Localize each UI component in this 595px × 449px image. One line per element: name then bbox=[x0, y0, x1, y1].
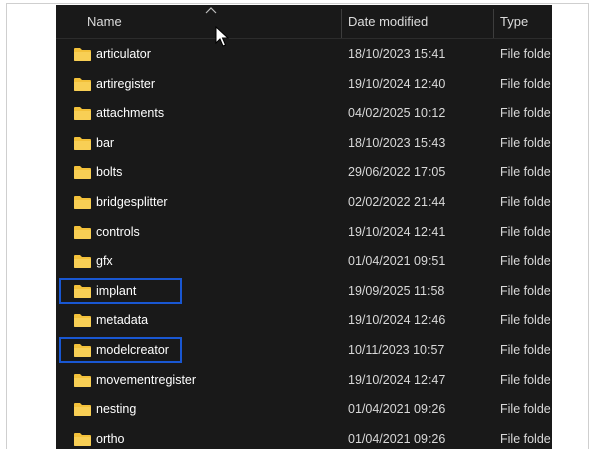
folder-icon bbox=[74, 432, 91, 446]
file-type: File folde bbox=[500, 254, 551, 269]
file-name: bridgesplitter bbox=[96, 194, 168, 209]
file-row[interactable]: controls 19/10/2024 12:41 File folde bbox=[56, 218, 552, 248]
column-separator[interactable] bbox=[341, 9, 342, 38]
folder-icon bbox=[74, 225, 91, 239]
file-row[interactable]: implant 19/09/2025 11:58 File folde bbox=[56, 277, 552, 307]
file-date-modified: 19/09/2025 11:58 bbox=[348, 283, 445, 298]
folder-icon bbox=[74, 136, 91, 150]
file-type: File folde bbox=[500, 165, 551, 180]
file-row[interactable]: bar 18/10/2023 15:43 File folde bbox=[56, 129, 552, 159]
file-type: File folde bbox=[500, 76, 551, 91]
file-row[interactable]: attachments 04/02/2025 10:12 File folde bbox=[56, 99, 552, 129]
file-row[interactable]: bolts 29/06/2022 17:05 File folde bbox=[56, 158, 552, 188]
file-type: File folde bbox=[500, 106, 551, 121]
file-row[interactable]: modelcreator 10/11/2023 10:57 File folde bbox=[56, 336, 552, 366]
file-date-modified: 19/10/2024 12:47 bbox=[348, 372, 446, 387]
file-date-modified: 04/02/2025 10:12 bbox=[348, 106, 446, 121]
file-type: File folde bbox=[500, 402, 551, 417]
file-name: movementregister bbox=[96, 372, 197, 387]
column-header-type[interactable]: Type bbox=[500, 5, 552, 38]
folder-icon bbox=[74, 373, 91, 387]
file-name: implant bbox=[96, 283, 137, 298]
file-date-modified: 02/02/2022 21:44 bbox=[348, 194, 446, 209]
file-row[interactable]: metadata 19/10/2024 12:46 File folde bbox=[56, 306, 552, 336]
file-name: bar bbox=[96, 135, 115, 150]
file-type: File folde bbox=[500, 135, 551, 150]
file-type: File folde bbox=[500, 313, 551, 328]
file-type: File folde bbox=[500, 283, 551, 298]
file-name: bolts bbox=[96, 165, 123, 180]
file-row[interactable]: nesting 01/04/2021 09:26 File folde bbox=[56, 395, 552, 425]
file-name: attachments bbox=[96, 106, 165, 121]
column-separator[interactable] bbox=[493, 9, 494, 38]
file-name: ortho bbox=[96, 431, 125, 446]
folder-icon bbox=[74, 284, 91, 298]
file-date-modified: 29/06/2022 17:05 bbox=[348, 165, 446, 180]
file-row[interactable]: articulator 18/10/2023 15:41 File folde bbox=[56, 40, 552, 70]
file-date-modified: 01/04/2021 09:26 bbox=[348, 402, 446, 417]
file-name: nesting bbox=[96, 402, 137, 417]
folder-icon bbox=[74, 403, 91, 417]
file-row[interactable]: ortho 01/04/2021 09:26 File folde bbox=[56, 425, 552, 449]
file-name: artiregister bbox=[96, 76, 156, 91]
column-header-date-modified[interactable]: Date modified bbox=[348, 5, 491, 38]
file-row[interactable]: artiregister 19/10/2024 12:40 File folde bbox=[56, 70, 552, 100]
file-type: File folde bbox=[500, 372, 551, 387]
folder-icon bbox=[74, 48, 91, 61]
file-row[interactable]: gfx 01/04/2021 09:51 File folde bbox=[56, 247, 552, 277]
file-date-modified: 01/04/2021 09:26 bbox=[348, 431, 446, 446]
file-row[interactable]: bridgesplitter 02/02/2022 21:44 File folde bbox=[56, 188, 552, 218]
folder-icon bbox=[74, 166, 91, 180]
file-date-modified: 01/04/2021 09:51 bbox=[348, 254, 446, 269]
mouse-pointer-icon bbox=[215, 26, 229, 47]
folder-icon bbox=[74, 343, 91, 357]
folder-icon bbox=[74, 195, 91, 209]
file-name: modelcreator bbox=[96, 342, 169, 357]
file-date-modified: 19/10/2024 12:41 bbox=[348, 224, 446, 239]
file-type: File folde bbox=[500, 431, 551, 446]
column-header: Name Date modified Type bbox=[56, 5, 552, 39]
file-type: File folde bbox=[500, 342, 551, 357]
file-date-modified: 19/10/2024 12:40 bbox=[348, 76, 446, 91]
folder-icon bbox=[74, 314, 91, 328]
folder-icon bbox=[74, 255, 91, 269]
folder-icon bbox=[74, 77, 91, 91]
file-name: controls bbox=[96, 224, 140, 239]
folder-icon bbox=[74, 107, 91, 121]
file-name: metadata bbox=[96, 313, 149, 328]
file-name: gfx bbox=[96, 254, 113, 269]
file-type: File folde bbox=[500, 224, 551, 239]
file-date-modified: 19/10/2024 12:46 bbox=[348, 313, 446, 328]
file-date-modified: 18/10/2023 15:41 bbox=[348, 47, 446, 61]
file-type: File folde bbox=[500, 194, 551, 209]
file-type: File folde bbox=[500, 47, 551, 61]
file-row[interactable]: movementregister 19/10/2024 12:47 File fol… bbox=[56, 366, 552, 396]
file-date-modified: 18/10/2023 15:43 bbox=[348, 135, 446, 150]
file-date-modified: 10/11/2023 10:57 bbox=[348, 342, 445, 357]
file-explorer-list: Name Date modified Type articulator 18/10… bbox=[56, 5, 552, 449]
file-list: articulator 18/10/2023 15:41 File folde art… bbox=[56, 40, 552, 449]
